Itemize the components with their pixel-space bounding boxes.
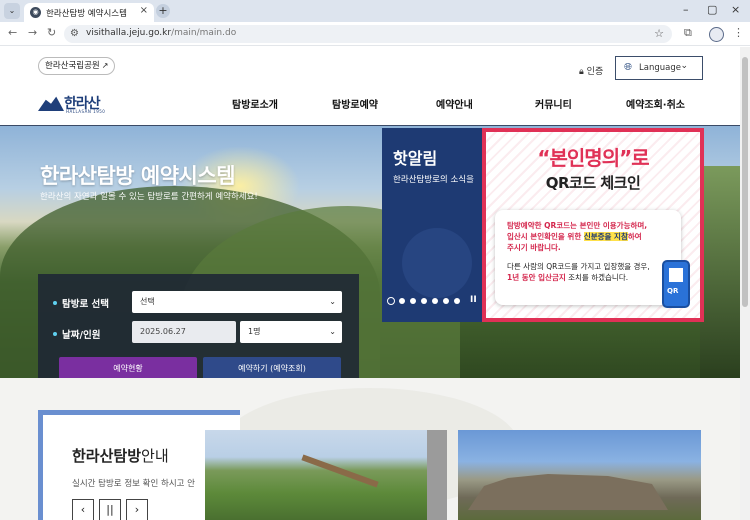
poster-title: “본인명의”로	[537, 146, 649, 170]
tab-title: 한라산탐방 예약시스템	[46, 9, 127, 19]
tab-search-icon[interactable]: ⌄	[4, 3, 20, 19]
carousel-dot[interactable]	[443, 298, 449, 304]
boardwalk-trail	[301, 454, 379, 488]
site-favicon-icon: ◉	[30, 7, 41, 18]
carousel-dot-active[interactable]	[387, 297, 395, 305]
globe-icon: 🌐︎	[624, 62, 632, 73]
summit-photo[interactable]	[458, 430, 701, 520]
guide-next-button[interactable]: ›	[126, 499, 148, 520]
browser-tabstrip: ⌄ ◉ 한라산탐방 예약시스템 × + – ▢ ×	[0, 0, 750, 22]
poster-line: 1년 동안 입산금지 조치를 하겠습니다.	[507, 273, 629, 282]
auth-link[interactable]: 🔒︎ 인증	[579, 64, 603, 77]
phone-label: QR	[667, 287, 679, 295]
bookmark-star-icon[interactable]: ☆	[654, 27, 664, 40]
minimize-button[interactable]: –	[683, 3, 689, 16]
forward-arrow-icon[interactable]: →	[28, 26, 37, 39]
poster-body: “본인명의”로 QR코드 체크인 탐방예약한 QR코드는 본인만 이용가능하며,…	[486, 132, 700, 318]
carousel-dot[interactable]	[410, 298, 416, 304]
url-text[interactable]: visithalla.jeju.go.kr/main/main.do	[86, 28, 236, 38]
poster-message-card: 탐방예약한 QR코드는 본인만 이용가능하며, 입산시 본인확인을 위한 신분증…	[495, 210, 681, 305]
photo-overlay	[427, 430, 447, 520]
browser-toolbar: ← → ↻ ⚙ visithalla.jeju.go.kr/main/main.…	[0, 22, 750, 46]
guide-title: 한라산탐방안내	[72, 447, 169, 465]
carousel-dot[interactable]	[421, 298, 427, 304]
address-bar[interactable]: ⚙ visithalla.jeju.go.kr/main/main.do ☆	[64, 25, 672, 43]
qr-code-icon	[669, 268, 683, 282]
date-field[interactable]: 2025.06.27	[132, 321, 236, 343]
menu-icon[interactable]: ⋮	[733, 26, 744, 39]
nav-trail-intro[interactable]: 탐방로소개	[232, 96, 278, 111]
poster-subtitle: QR코드 체크인	[545, 174, 641, 192]
carousel-dot[interactable]	[454, 298, 460, 304]
summit-rock	[468, 474, 668, 510]
chevron-down-icon: ⌄	[329, 327, 336, 336]
site-info-icon[interactable]: ⚙	[70, 28, 79, 39]
scrollbar-thumb[interactable]	[742, 57, 748, 307]
notice-subtitle: 한라산탐방로의 소식을	[393, 175, 474, 185]
page-scrollbar[interactable]	[740, 47, 750, 520]
browser-tab[interactable]: ◉ 한라산탐방 예약시스템 ×	[24, 3, 154, 22]
close-window-button[interactable]: ×	[731, 3, 740, 16]
trail-photo[interactable]	[205, 430, 447, 520]
nav-community[interactable]: 커뮤니티	[535, 96, 572, 111]
poster-line: 탐방예약한 QR코드는 본인만 이용가능하며,	[507, 221, 648, 230]
maximize-button[interactable]: ▢	[707, 3, 717, 16]
profile-avatar-icon[interactable]	[709, 27, 724, 42]
extensions-icon[interactable]: ⧉	[684, 26, 692, 40]
language-select[interactable]: 🌐︎ Language ⌄	[615, 56, 703, 80]
guide-pause-button[interactable]: ||	[99, 499, 121, 520]
notice-poster[interactable]: “본인명의”로 QR코드 체크인 탐방예약한 QR코드는 본인만 이용가능하며,…	[482, 128, 704, 322]
phone-qr-icon: QR	[662, 260, 690, 308]
hero-title: 한라산탐방 예약시스템	[40, 164, 236, 188]
carousel-dot[interactable]	[399, 298, 405, 304]
lock-icon: 🔒︎	[579, 67, 584, 77]
reload-icon[interactable]: ↻	[47, 26, 56, 39]
guide-section: 한라산탐방안내 실시간 탐방로 정보 확인 하시고 안 ‹ || ›	[0, 378, 740, 520]
page-content: 한라산국립공원 ↗ 🔒︎ 인증 🌐︎ Language ⌄ 한라산 HALLASA…	[0, 47, 740, 520]
people-select[interactable]: 1명 ⌄	[240, 321, 342, 343]
carousel-pause-button[interactable]: II	[470, 295, 477, 305]
logo-subtext: HALLASAN 1950	[66, 109, 106, 114]
nav-trail-reservation[interactable]: 탐방로예약	[332, 96, 378, 111]
decorative-circle	[402, 228, 472, 298]
notice-header: 핫알림 한라산탐방로의 소식을 II	[382, 128, 482, 322]
tab-close-icon[interactable]: ×	[140, 5, 148, 16]
notice-title: 핫알림	[393, 149, 438, 168]
poster-line: 주시기 바랍니다.	[507, 243, 561, 252]
chevron-down-icon: ⌄	[329, 297, 336, 306]
back-arrow-icon[interactable]: ←	[8, 26, 17, 39]
nav-reservation-guide[interactable]: 예약안내	[436, 96, 473, 111]
poster-line: 입산시 본인확인을 위한 신분증을 지참하여	[507, 232, 642, 241]
trail-select-label: 탐방로 선택	[52, 296, 109, 310]
notice-panel: 핫알림 한라산탐방로의 소식을 II “본인명의”로 QR코드 체크인 탐방예약…	[382, 128, 704, 322]
external-link-icon: ↗	[101, 61, 109, 70]
date-people-label: 날짜/인원	[52, 327, 100, 341]
hero-subtitle: 한라산의 자연과 일몰 수 있는 탐방로를 간편하게 예약하세요!	[40, 192, 258, 202]
carousel-dot[interactable]	[432, 298, 438, 304]
mountain-logo-icon	[38, 96, 64, 111]
guide-subtitle: 실시간 탐방로 정보 확인 하시고 안	[72, 479, 195, 489]
site-logo[interactable]: 한라산 HALLASAN 1950	[38, 93, 108, 115]
guide-prev-button[interactable]: ‹	[72, 499, 94, 520]
trail-select[interactable]: 선택 ⌄	[132, 291, 342, 313]
hero-landscape	[700, 166, 740, 378]
language-label: Language	[639, 63, 681, 73]
new-tab-button[interactable]: +	[156, 4, 170, 18]
poster-line: 다른 사람의 QR코드를 가지고 입장했을 경우,	[507, 262, 650, 271]
chevron-down-icon: ⌄	[680, 61, 688, 71]
nav-reservation-check[interactable]: 예약조회·취소	[626, 96, 685, 111]
park-link[interactable]: 한라산국립공원 ↗	[38, 57, 116, 75]
